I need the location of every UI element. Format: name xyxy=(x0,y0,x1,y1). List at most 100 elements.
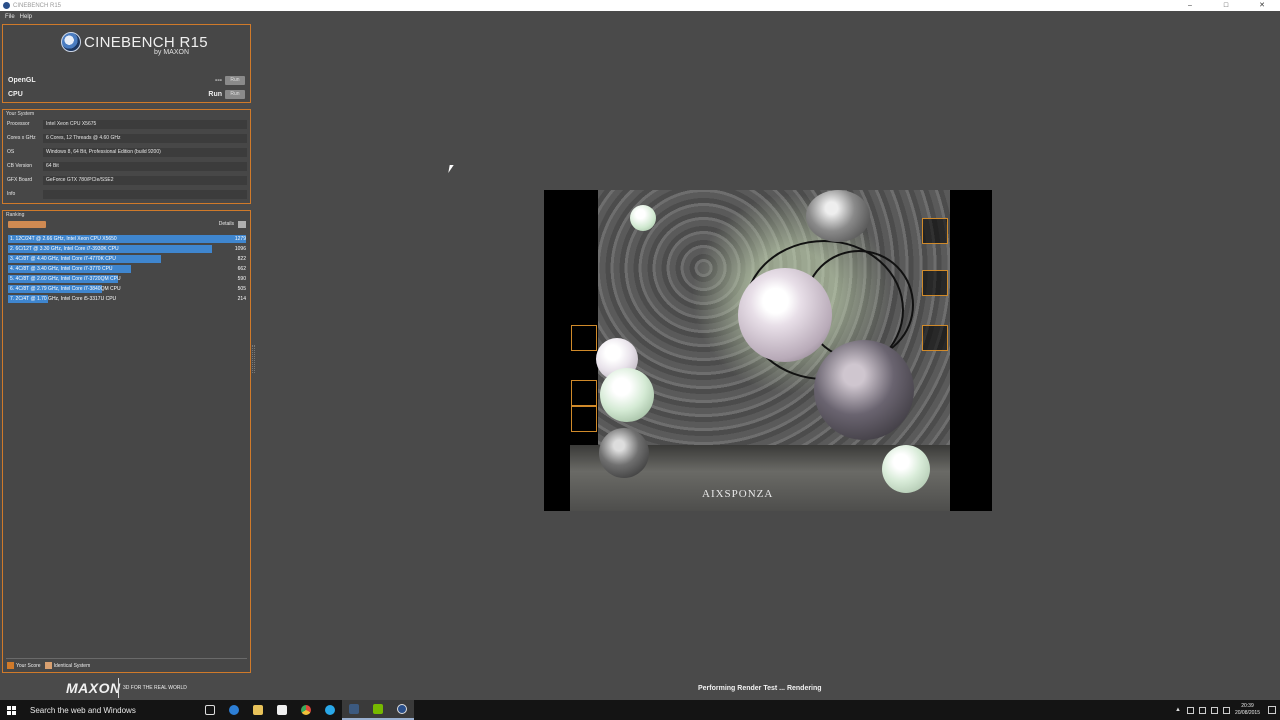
maximize-button[interactable]: □ xyxy=(1208,0,1244,11)
title-bar: CINEBENCH R15 – □ ✕ xyxy=(0,0,1280,11)
start-button[interactable] xyxy=(0,700,22,720)
ranking-row-label: 2. 6C/12T @ 3.30 GHz, Intel Core i7-3930… xyxy=(10,246,119,252)
cinebench-app-icon xyxy=(3,2,10,9)
volume-icon[interactable] xyxy=(1198,706,1206,714)
ranking-row-score: 214 xyxy=(237,296,246,302)
clock-date: 20/08/2015 xyxy=(1234,710,1260,716)
keyboard-icon[interactable] xyxy=(1210,706,1218,714)
status-text: Performing Render Test ... Rendering xyxy=(698,685,822,692)
windows-logo-icon xyxy=(6,705,16,715)
taskbar-search[interactable]: Search the web and Windows xyxy=(22,700,198,720)
ranking-row[interactable]: 4. 4C/8T @ 3.40 GHz, Intel Core i7-3770 … xyxy=(8,265,246,273)
ranking-row[interactable]: 2. 6C/12T @ 3.30 GHz, Intel Core i7-3930… xyxy=(8,245,246,253)
ranking-dropdown[interactable] xyxy=(8,221,46,228)
system-tray: ▲ 20:39 20/08/2015 xyxy=(1175,700,1280,720)
your-system-title: Your System xyxy=(6,111,35,117)
system-row-info: Info xyxy=(7,189,247,199)
menu-bar: File Help xyxy=(0,11,1280,23)
render-bucket xyxy=(571,406,597,432)
panel-splitter-handle[interactable] xyxy=(252,345,255,373)
message-icon[interactable] xyxy=(1222,706,1230,714)
identical-system-label: Identical System xyxy=(53,662,91,669)
opengl-run-button[interactable]: Run xyxy=(225,75,245,85)
opengl-label: OpenGL xyxy=(8,76,36,84)
benchmark-panel: CINEBENCH R15 by MAXON OpenGL --- Run CP… xyxy=(2,24,251,103)
render-bucket xyxy=(922,218,948,244)
store-icon[interactable] xyxy=(270,700,294,720)
system-value: GeForce GTX 780/PCIe/SSE2 xyxy=(43,175,247,185)
ranking-row-label: 7. 2C/4T @ 1.70 GHz, Intel Core i5-3317U… xyxy=(10,296,117,302)
render-sphere xyxy=(738,268,832,362)
cpu-label: CPU xyxy=(8,90,23,98)
logo-name: CINEBENCH R15 xyxy=(84,33,208,51)
maxon-logo: MAXON xyxy=(66,680,121,696)
network-icon[interactable] xyxy=(1186,706,1194,714)
render-bucket xyxy=(571,380,597,406)
ranking-panel: Ranking Details 1. 12C/24T @ 2.66 GHz, I… xyxy=(2,210,251,673)
ranking-row-score: 590 xyxy=(237,276,246,282)
menu-file[interactable]: File xyxy=(5,14,15,20)
nvidia-icon[interactable] xyxy=(366,700,390,720)
ranking-row[interactable]: 3. 4C/8T @ 4.40 GHz, Intel Core i7-4770K… xyxy=(8,255,246,263)
system-row-cores: Cores x GHz 6 Cores, 12 Threads @ 4.60 G… xyxy=(7,133,247,143)
system-key: CB Version xyxy=(7,163,33,169)
steam-icon[interactable] xyxy=(342,700,366,720)
window-controls: – □ ✕ xyxy=(1172,0,1280,11)
render-sphere xyxy=(600,368,654,422)
ranking-row-label: 1. 12C/24T @ 2.66 GHz, Intel Xeon CPU X5… xyxy=(10,236,117,242)
ranking-row-score: 822 xyxy=(237,256,246,262)
ranking-row-label: 3. 4C/8T @ 4.40 GHz, Intel Core i7-4770K… xyxy=(10,256,116,262)
taskbar: Search the web and Windows ▲ 20:39 20/08… xyxy=(0,700,1280,720)
identical-system-swatch xyxy=(44,662,52,669)
render-sphere xyxy=(882,445,930,493)
minimize-button[interactable]: – xyxy=(1172,0,1208,11)
render-sphere xyxy=(599,428,649,478)
divider xyxy=(6,658,247,659)
divider xyxy=(118,678,119,698)
system-value: 64 Bit xyxy=(43,161,247,171)
system-row-processor: Processor Intel Xeon CPU X5675 xyxy=(7,119,247,129)
cinebench-icon[interactable] xyxy=(390,700,414,720)
render-brand-text: AIXSPONZA xyxy=(702,488,774,500)
skype-icon[interactable] xyxy=(318,700,342,720)
system-value: 6 Cores, 12 Threads @ 4.60 GHz xyxy=(43,133,247,143)
file-explorer-icon[interactable] xyxy=(246,700,270,720)
ranking-row-score: 1279 xyxy=(234,236,246,242)
ranking-row[interactable]: 1. 12C/24T @ 2.66 GHz, Intel Xeon CPU X5… xyxy=(8,235,246,243)
ranking-row[interactable]: 6. 4C/8T @ 2.79 GHz, Intel Core i7-3840Q… xyxy=(8,285,246,293)
render-sphere xyxy=(814,340,914,440)
your-system-panel: Your System Processor Intel Xeon CPU X56… xyxy=(2,109,251,204)
system-row-cb-version: CB Version 64 Bit xyxy=(7,161,247,171)
task-view-icon[interactable] xyxy=(198,700,222,720)
details-toggle[interactable] xyxy=(238,221,246,228)
ranking-row[interactable]: 5. 4C/8T @ 2.60 GHz, Intel Core i7-3720Q… xyxy=(8,275,246,283)
edge-icon[interactable] xyxy=(222,700,246,720)
action-center-icon[interactable] xyxy=(1268,706,1276,714)
ranking-row-label: 4. 4C/8T @ 3.40 GHz, Intel Core i7-3770 … xyxy=(10,266,113,272)
clock[interactable]: 20:39 20/08/2015 xyxy=(1235,703,1260,717)
maxon-tagline: 3D FOR THE REAL WORLD xyxy=(123,685,187,691)
cpu-run-button[interactable]: Run xyxy=(225,89,245,99)
ranking-title: Ranking xyxy=(6,212,25,218)
ranking-row[interactable]: 7. 2C/4T @ 1.70 GHz, Intel Core i5-3317U… xyxy=(8,295,246,303)
render-view: AIXSPONZA xyxy=(544,190,992,511)
system-row-os: OS Windows 8, 64 Bit, Professional Editi… xyxy=(7,147,247,157)
ranking-row-score: 1096 xyxy=(234,246,246,252)
menu-help[interactable]: Help xyxy=(20,14,32,20)
render-sphere xyxy=(806,190,870,242)
clock-time: 20:39 xyxy=(1241,703,1254,709)
ranking-row-score: 505 xyxy=(237,286,246,292)
close-button[interactable]: ✕ xyxy=(1244,0,1280,11)
ranking-row-score: 662 xyxy=(237,266,246,272)
show-hidden-icons-icon[interactable]: ▲ xyxy=(1175,707,1181,713)
chrome-icon[interactable] xyxy=(294,700,318,720)
ranking-row-label: 6. 4C/8T @ 2.79 GHz, Intel Core i7-3840Q… xyxy=(10,286,121,292)
cpu-row: CPU Run Run xyxy=(8,88,246,100)
mouse-cursor-icon xyxy=(448,165,454,173)
system-info-field[interactable] xyxy=(43,189,247,199)
system-value: Windows 8, 64 Bit, Professional Edition … xyxy=(43,147,247,157)
ranking-row-label: 5. 4C/8T @ 2.60 GHz, Intel Core i7-3720Q… xyxy=(10,276,121,282)
render-bucket xyxy=(922,325,948,351)
system-value: Intel Xeon CPU X5675 xyxy=(43,119,247,129)
details-label[interactable]: Details xyxy=(219,221,234,227)
